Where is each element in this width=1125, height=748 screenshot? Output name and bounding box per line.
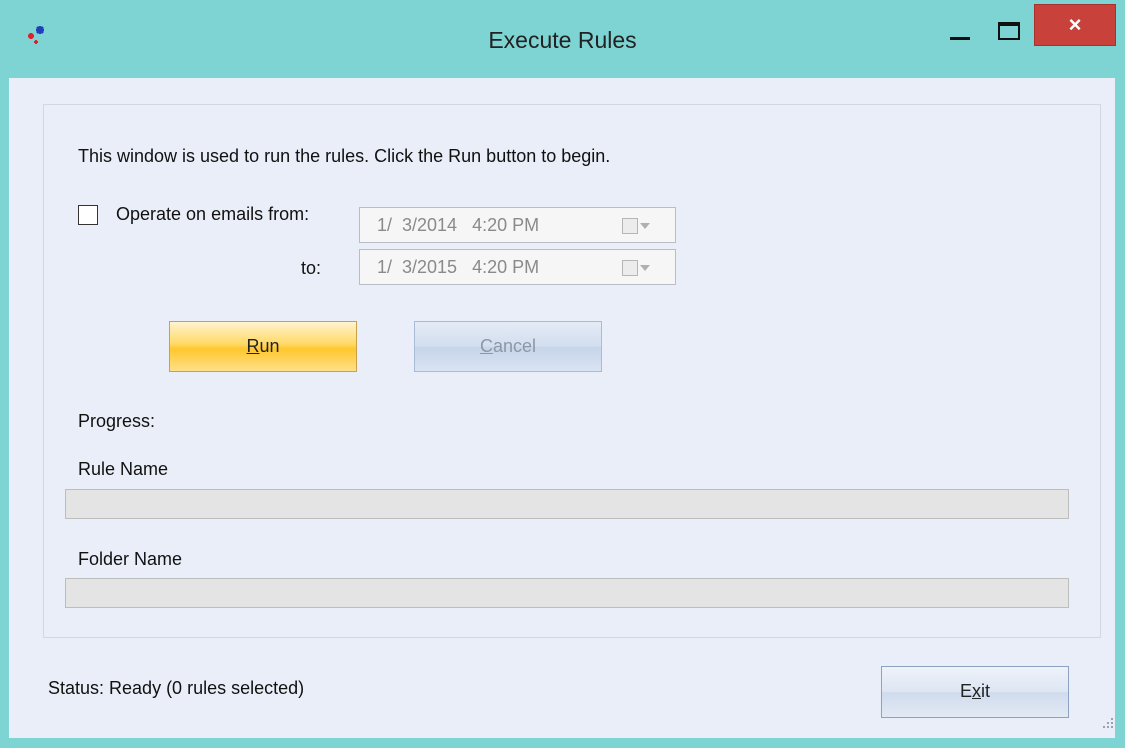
progress-heading: Progress: bbox=[78, 411, 156, 431]
rule-name-label: Rule Name bbox=[78, 459, 169, 479]
exit-mnemonic: x bbox=[972, 681, 981, 701]
to-date-picker[interactable]: 1/ 3/2015 4:20 PM bbox=[359, 249, 676, 285]
operate-on-emails-label[interactable]: Operate on emails from: bbox=[116, 204, 309, 225]
cancel-label: ancel bbox=[492, 336, 537, 356]
exit-label-pre: E bbox=[959, 681, 972, 701]
folder-name-progress-bar bbox=[65, 578, 1069, 608]
resize-grip[interactable] bbox=[1103, 718, 1115, 730]
execute-rules-window: Execute Rules × This window is used to r… bbox=[0, 0, 1125, 748]
chevron-down-icon[interactable] bbox=[640, 223, 650, 229]
folder-name-label: Folder Name bbox=[78, 549, 183, 569]
to-label: to: bbox=[301, 258, 322, 278]
minimize-button[interactable] bbox=[940, 10, 986, 48]
maximize-button[interactable] bbox=[986, 10, 1034, 48]
client-area: This window is used to run the rules. Cl… bbox=[9, 78, 1115, 738]
close-icon: × bbox=[1068, 12, 1082, 37]
from-date-picker[interactable]: 1/ 3/2014 4:20 PM bbox=[359, 207, 676, 243]
calendar-icon[interactable] bbox=[622, 218, 638, 234]
run-button[interactable]: Run bbox=[169, 321, 357, 372]
rule-name-progress-bar bbox=[65, 489, 1069, 519]
title-bar[interactable]: Execute Rules × bbox=[0, 0, 1125, 78]
exit-label-rest: it bbox=[981, 681, 990, 701]
run-label: un bbox=[259, 336, 280, 356]
calendar-icon[interactable] bbox=[622, 260, 638, 276]
operate-on-emails-checkbox[interactable] bbox=[78, 205, 98, 225]
from-date-value: 1/ 3/2014 4:20 PM bbox=[377, 215, 540, 235]
cancel-mnemonic: C bbox=[479, 336, 493, 356]
to-date-value: 1/ 3/2015 4:20 PM bbox=[377, 257, 540, 277]
chevron-down-icon[interactable] bbox=[640, 265, 650, 271]
exit-button[interactable]: Exit bbox=[881, 666, 1069, 718]
description-text: This window is used to run the rules. Cl… bbox=[78, 146, 611, 166]
run-mnemonic: R bbox=[246, 336, 260, 356]
cancel-button[interactable]: Cancel bbox=[414, 321, 602, 372]
status-text: Status: Ready (0 rules selected) bbox=[48, 678, 305, 698]
close-button[interactable]: × bbox=[1034, 4, 1116, 46]
